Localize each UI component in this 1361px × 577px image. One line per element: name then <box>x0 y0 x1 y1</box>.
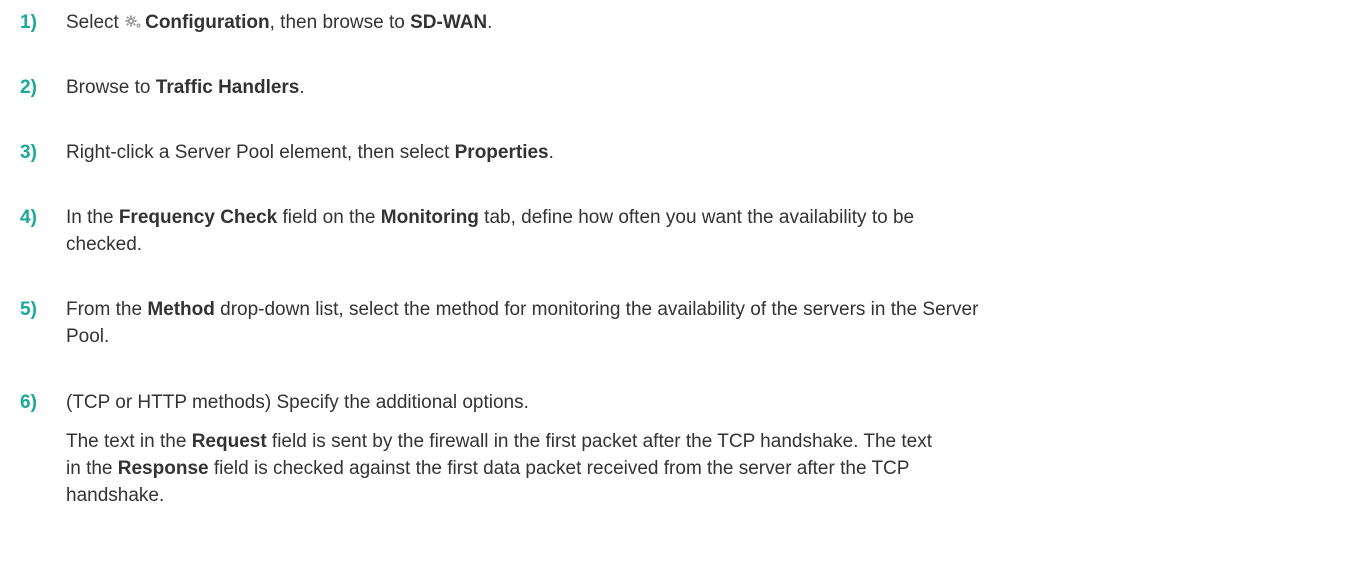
step-number: 1) <box>20 12 37 33</box>
step-text: From the Method drop-down list, select t… <box>66 296 1346 350</box>
note-line: The text in the Request field is sent by… <box>66 431 933 452</box>
step-line: Pool. <box>66 326 110 347</box>
step-text: In the Frequency Check field on the Moni… <box>66 204 1346 258</box>
step-number: 3) <box>20 142 37 163</box>
step-line: checked. <box>66 234 143 255</box>
step-number: 4) <box>20 207 37 228</box>
step-text: Browse to Traffic Handlers. <box>66 77 305 98</box>
step-number: 6) <box>20 392 37 413</box>
step-note: The text in the Request field is sent by… <box>66 428 1266 509</box>
note-line: handshake. <box>66 485 165 506</box>
step-line: From the Method drop-down list, select t… <box>66 299 979 320</box>
step-number: 5) <box>20 299 37 320</box>
note-line: in the Response field is checked against… <box>66 458 910 479</box>
step-number: 2) <box>20 77 37 98</box>
document-page: 1) Select Configuration, then browse to … <box>0 0 1361 577</box>
gear-icon <box>125 10 143 28</box>
step-text: Right-click a Server Pool element, then … <box>66 142 554 163</box>
step-text: Select Configuration, then browse to SD-… <box>66 10 493 33</box>
step-line: In the Frequency Check field on the Moni… <box>66 207 915 228</box>
step-text: (TCP or HTTP methods) Specify the additi… <box>66 392 529 413</box>
